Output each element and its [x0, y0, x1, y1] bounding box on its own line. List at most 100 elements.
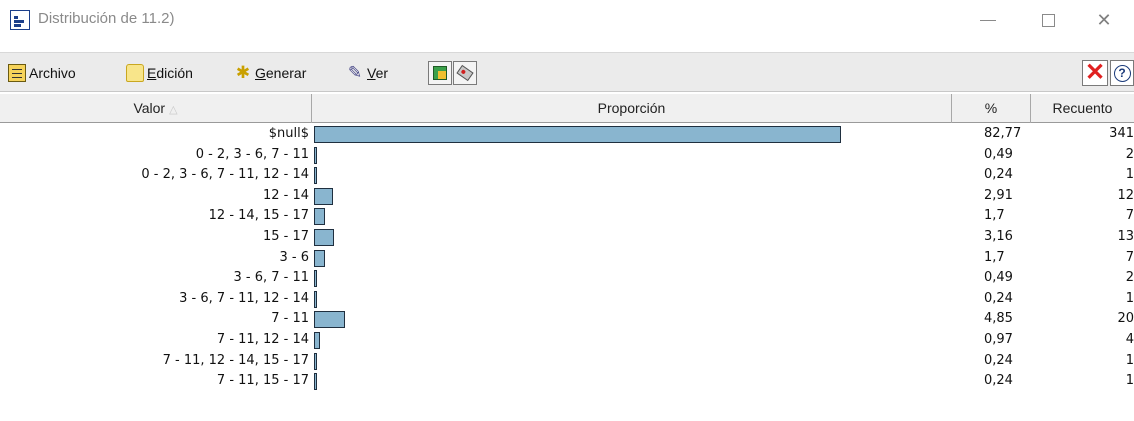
table-row[interactable]: 12 - 14, 15 - 17 1,7 7 — [0, 206, 1134, 226]
cell-valor: 0 - 2, 3 - 6, 7 - 11 — [195, 146, 309, 162]
cell-percent: 1,7 — [984, 249, 1005, 265]
proportion-bar — [314, 311, 345, 329]
add-node-icon — [433, 66, 447, 80]
cell-percent: 0,24 — [984, 290, 1013, 306]
cell-percent: 4,85 — [984, 311, 1013, 327]
cell-recuento: 1 — [1125, 373, 1134, 389]
proportion-bar — [314, 352, 317, 370]
proportion-bar — [314, 208, 325, 226]
cell-recuento: 1 — [1125, 290, 1134, 306]
column-header-percent[interactable]: % — [952, 94, 1031, 123]
window-title: Distribución de 11.2) — [38, 10, 175, 27]
close-window-button[interactable]: ✕ — [1084, 6, 1124, 34]
menu-bar: Archivo Edición ✱ Generar ✎ Ver — [0, 52, 1134, 92]
cell-valor: 3 - 6 — [279, 249, 310, 265]
menu-archivo-label: Archivo — [29, 65, 76, 81]
close-output-button[interactable]: ✕ — [1082, 60, 1108, 86]
cell-percent: 0,49 — [984, 270, 1013, 286]
table-row[interactable]: 3 - 6, 7 - 11, 12 - 14 0,24 1 — [0, 289, 1134, 309]
cell-percent: 0,24 — [984, 352, 1013, 368]
close-icon: ✕ — [1096, 9, 1112, 30]
title-bar: Distribución de 11.2) ✕ — [0, 0, 1134, 40]
cell-percent: 0,24 — [984, 373, 1013, 389]
cell-percent: 2,91 — [984, 187, 1013, 203]
proportion-bar — [314, 373, 317, 391]
cell-valor: 3 - 6, 7 - 11, 12 - 14 — [179, 290, 309, 306]
menu-generar[interactable]: ✱ Generar — [234, 62, 306, 84]
sort-ascending-icon: △ — [169, 104, 178, 116]
table-row[interactable]: 0 - 2, 3 - 6, 7 - 11, 12 - 14 0,24 1 — [0, 165, 1134, 185]
table-row[interactable]: 7 - 11 4,85 20 — [0, 309, 1134, 329]
minimize-icon — [980, 19, 996, 21]
cell-percent: 0,24 — [984, 167, 1013, 183]
menu-archivo[interactable]: Archivo — [8, 62, 76, 84]
proportion-bar — [314, 167, 317, 185]
cell-valor: $null$ — [268, 126, 309, 141]
cell-percent: 3,16 — [984, 229, 1013, 244]
proportion-bar — [314, 290, 317, 308]
cell-percent: 0,97 — [984, 332, 1013, 347]
table-row[interactable]: 12 - 14 2,91 12 — [0, 186, 1134, 206]
help-icon: ? — [1113, 64, 1131, 82]
cell-valor: 12 - 14 — [262, 187, 309, 203]
cell-percent: 1,7 — [984, 208, 1005, 224]
proportion-bar — [314, 332, 321, 349]
edit-icon — [126, 64, 144, 82]
cell-valor: 3 - 6, 7 - 11 — [233, 270, 309, 286]
column-header-recuento[interactable]: Recuento — [1031, 94, 1134, 123]
table-row[interactable]: $null$ 82,77 341 — [0, 124, 1134, 144]
cell-percent: 0,49 — [984, 146, 1013, 162]
add-node-button[interactable] — [428, 61, 452, 85]
table-row[interactable]: 3 - 6 1,7 7 — [0, 248, 1134, 268]
cell-recuento: 7 — [1125, 249, 1134, 265]
proportion-bar — [314, 146, 318, 164]
view-brush-icon: ✎ — [347, 63, 363, 82]
cell-valor: 7 - 11, 12 - 14 — [216, 332, 309, 347]
menu-ver[interactable]: ✎ Ver — [346, 62, 388, 84]
table-row[interactable]: 0 - 2, 3 - 6, 7 - 11 0,49 2 — [0, 145, 1134, 165]
cell-valor: 7 - 11, 15 - 17 — [216, 373, 309, 389]
cell-recuento: 12 — [1117, 187, 1134, 203]
cell-valor: 0 - 2, 3 - 6, 7 - 11, 12 - 14 — [141, 167, 309, 183]
menu-edicion-label: Edición — [147, 65, 193, 81]
cell-recuento: 2 — [1125, 270, 1134, 286]
table-header: Valor △ Proporción % Recuento — [0, 94, 1134, 123]
cell-valor: 7 - 11, 12 - 14, 15 - 17 — [162, 352, 309, 368]
proportion-bar — [314, 126, 842, 143]
proportion-bar — [314, 229, 335, 246]
column-header-proporcion[interactable]: Proporción — [312, 94, 952, 123]
cell-recuento: 13 — [1117, 229, 1134, 244]
cell-valor: 15 - 17 — [262, 229, 309, 244]
cell-recuento: 20 — [1117, 311, 1134, 327]
generate-icon: ✱ — [235, 63, 251, 82]
menu-ver-label: Ver — [367, 65, 389, 81]
file-icon — [8, 64, 26, 82]
table-row[interactable]: 15 - 17 3,16 13 — [0, 227, 1134, 247]
column-header-valor[interactable]: Valor △ — [0, 94, 312, 123]
tag-icon — [456, 64, 474, 82]
table-row[interactable]: 3 - 6, 7 - 11 0,49 2 — [0, 268, 1134, 288]
menu-edicion[interactable]: Edición — [126, 62, 193, 84]
table-row[interactable]: 7 - 11, 15 - 17 0,24 1 — [0, 371, 1134, 391]
menu-generar-label: Generar — [255, 65, 307, 81]
proportion-bar — [314, 270, 318, 288]
tag-button[interactable] — [453, 61, 477, 85]
maximize-button[interactable] — [1028, 6, 1068, 34]
red-x-icon: ✕ — [1084, 59, 1106, 86]
help-button[interactable]: ? — [1110, 60, 1134, 86]
table-row[interactable]: 7 - 11, 12 - 14 0,97 4 — [0, 330, 1134, 350]
cell-recuento: 1 — [1125, 167, 1134, 183]
cell-valor: 12 - 14, 15 - 17 — [208, 208, 309, 224]
cell-recuento: 7 — [1125, 208, 1134, 224]
cell-valor: 7 - 11 — [271, 311, 309, 327]
table-row[interactable]: 7 - 11, 12 - 14, 15 - 17 0,24 1 — [0, 351, 1134, 371]
minimize-button[interactable] — [968, 6, 1008, 34]
maximize-icon — [1041, 13, 1055, 27]
cell-recuento: 1 — [1125, 352, 1134, 368]
cell-recuento: 341 — [1109, 126, 1134, 141]
cell-recuento: 2 — [1125, 146, 1134, 162]
distribution-chart-icon — [10, 10, 30, 30]
cell-percent: 82,77 — [984, 126, 1022, 141]
proportion-bar — [314, 249, 325, 267]
proportion-bar — [314, 187, 333, 205]
